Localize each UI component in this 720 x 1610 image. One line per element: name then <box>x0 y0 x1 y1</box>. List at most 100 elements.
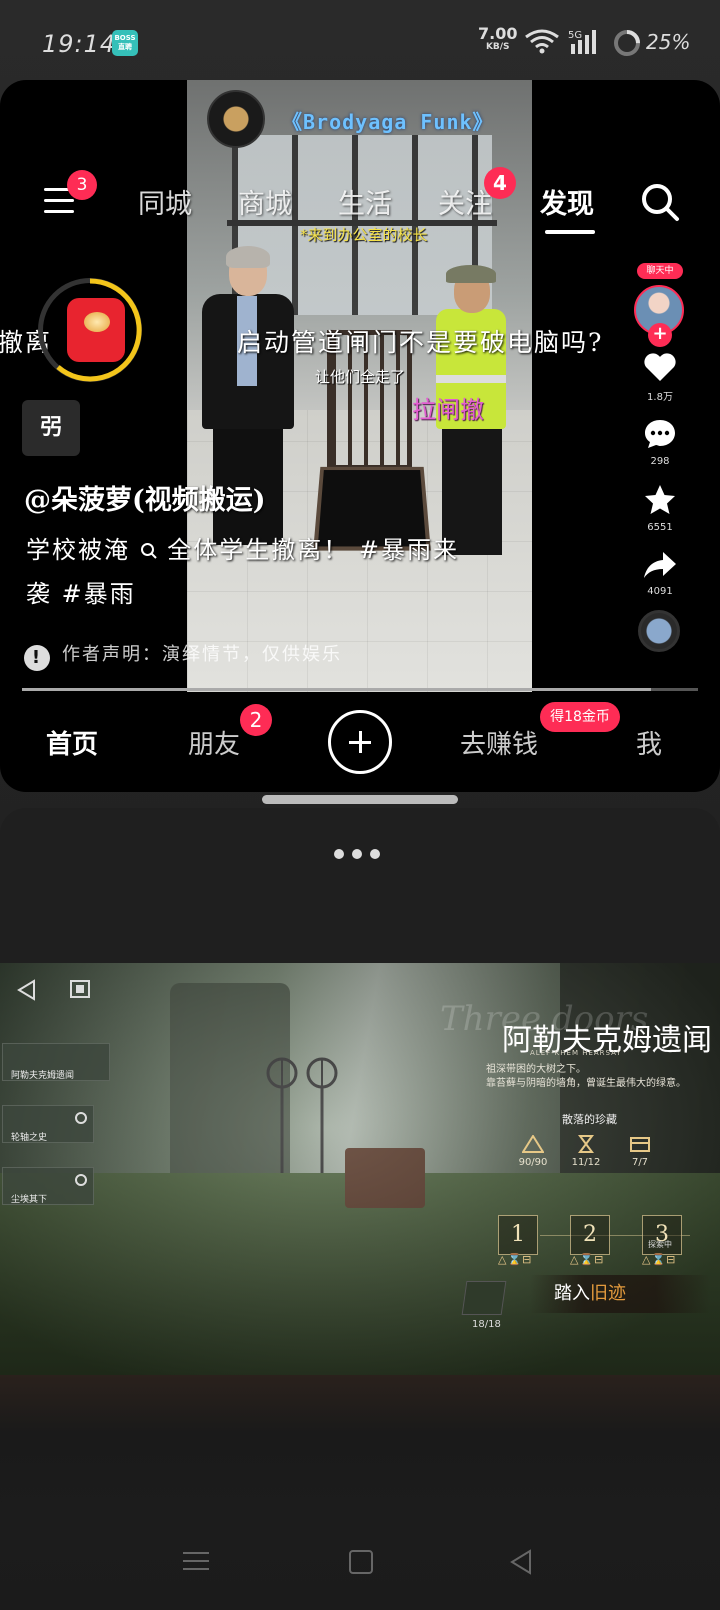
top-nav: 3 同城 商城 生活 关注 4 发现 <box>0 167 720 234</box>
chapter-node[interactable]: 1 <box>498 1215 538 1255</box>
game-scene[interactable]: 阿勒夫克姆遗闻 轮轴之史 尘埃其下 Three doors 阿勒夫克姆遗闻 AL… <box>0 963 720 1375</box>
exclamation-icon: ! <box>24 645 50 671</box>
music-disc-icon[interactable] <box>207 90 265 148</box>
video-progress-fill <box>22 688 651 691</box>
video-caption-small: 让他们全走了 <box>315 368 406 386</box>
tab-life[interactable]: 生活 <box>338 182 392 221</box>
star-icon <box>645 485 675 514</box>
status-bar: 19:14 BOSS 直聘 7.00 KB/S 5G 25% <box>0 0 720 80</box>
enter-label: 踏入 <box>554 1283 590 1304</box>
nav-friends[interactable]: 朋友 <box>188 724 240 761</box>
chapter-node[interactable]: 2 <box>570 1215 610 1255</box>
wifi-icon <box>525 29 559 54</box>
share-count: 4091 <box>647 586 673 597</box>
node-reward-icons: △⌛⊟ <box>642 1253 677 1266</box>
collectible-count: 90/90 <box>518 1157 548 1168</box>
signal-label: 5G <box>568 30 582 41</box>
collectible-item[interactable]: 90/90 <box>503 1135 563 1168</box>
recent-apps-icon[interactable] <box>183 1550 209 1572</box>
game-chapter-description: 祖深带困的大树之下。 靠苔藓与阴暗的墙角，曾诞生最伟大的绿意。 <box>486 1063 716 1091</box>
like-count: 1.8万 <box>647 392 673 403</box>
create-post-button[interactable] <box>328 710 392 774</box>
network-speed: 7.00 KB/S <box>478 24 518 53</box>
chapter-label: 轮轴之史 <box>11 1133 48 1143</box>
window-options-icon[interactable] <box>334 844 388 863</box>
following-badge: 4 <box>484 167 516 199</box>
collectible-count: 7/7 <box>631 1157 649 1168</box>
music-source-avatar[interactable] <box>638 610 680 652</box>
collectibles-title: 散落的珍藏 <box>562 1113 617 1126</box>
follow-plus-button[interactable]: + <box>648 323 672 347</box>
favorite-button[interactable]: 6551 <box>622 484 698 533</box>
video-caption-center: 启动管道闸门不是要破电脑吗? <box>237 328 604 357</box>
song-title: 《Brodyaga Funk》 <box>282 110 494 134</box>
active-tab-indicator <box>545 230 595 234</box>
game-app-window[interactable]: 阿勒夫克姆遗闻 轮轴之史 尘埃其下 Three doors 阿勒夫克姆遗闻 AL… <box>0 808 720 1520</box>
chatting-tag: 聊天中 <box>637 263 683 279</box>
map-fragment-count: 18/18 <box>472 1319 501 1330</box>
cellular-signal-icon: 5G <box>568 30 596 54</box>
network-speed-unit: KB/S <box>485 42 510 52</box>
description-text-1: 学校被淹 <box>26 536 130 564</box>
back-triangle-icon[interactable] <box>16 979 38 1001</box>
chest-icon <box>630 1137 650 1152</box>
video-app-window[interactable]: 《Brodyaga Funk》 *来到办公室的校长 撤离 启动管道闸门不是要破电… <box>0 80 720 792</box>
tab-same-city[interactable]: 同城 <box>138 182 192 221</box>
status-time: 19:14 <box>42 30 117 58</box>
search-keyword-icon[interactable] <box>140 542 158 560</box>
author-notice: ! 作者声明：演绎情节，仅供娱乐 <box>24 640 342 671</box>
game-description-line-1: 祖深带困的大树之下。 <box>486 1064 586 1075</box>
triangle-relic-icon <box>522 1135 544 1153</box>
video-description[interactable]: 学校被淹 全体学生撤离！ #暴雨来 袭 #暴雨 <box>26 528 526 616</box>
friends-badge: 2 <box>240 704 272 736</box>
network-speed-value: 7.00 <box>478 24 518 43</box>
author-name[interactable]: @朵菠萝(视频搬运) <box>24 478 266 517</box>
phone-screen: 19:14 BOSS 直聘 7.00 KB/S 5G 25% 《Brodyaga… <box>0 0 720 1610</box>
chapter-target-icon <box>75 1174 87 1186</box>
game-window-bottom <box>0 1375 720 1520</box>
system-nav-bar <box>0 1520 720 1610</box>
chapter-label: 阿勒夫克姆遗闻 <box>11 1071 75 1081</box>
split-screen-handle[interactable] <box>262 795 458 804</box>
earn-coins-badge: 得18金币 <box>540 702 620 732</box>
enter-ruins-button[interactable]: 踏入旧迹 <box>530 1275 710 1313</box>
chapter-label: 尘埃其下 <box>11 1195 48 1205</box>
dialect-badge[interactable]: 弜 <box>22 400 80 456</box>
heart-icon <box>644 353 676 381</box>
comment-button[interactable]: 298 <box>622 418 698 467</box>
node-reward-icons: △⌛⊟ <box>498 1253 533 1266</box>
menu-badge: 3 <box>67 170 97 200</box>
collectible-item[interactable]: 7/7 <box>610 1135 670 1168</box>
back-icon[interactable] <box>508 1548 534 1576</box>
game-description-line-2: 靠苔藓与阴暗的墙角，曾诞生最伟大的绿意。 <box>486 1078 686 1089</box>
chapter-card[interactable]: 阿勒夫克姆遗闻 <box>2 1043 110 1081</box>
chapter-card[interactable]: 轮轴之史 <box>2 1105 94 1143</box>
tab-mall[interactable]: 商城 <box>238 182 292 221</box>
node-reward-icons: △⌛⊟ <box>570 1253 605 1266</box>
nav-me[interactable]: 我 <box>636 724 662 761</box>
description-text-3: 袭 #暴雨 <box>26 580 136 608</box>
game-chapter-subtitle: ALEF-KHEM HEARSAY <box>530 1049 622 1057</box>
collectible-count: 11/12 <box>571 1157 601 1168</box>
like-button[interactable]: 1.8万 <box>622 352 698 403</box>
chapter-card[interactable]: 尘埃其下 <box>2 1167 94 1205</box>
tab-discover[interactable]: 发现 <box>540 182 594 221</box>
author-notice-text: 作者声明：演绎情节，仅供娱乐 <box>62 644 342 665</box>
map-fragment-icon <box>461 1281 507 1315</box>
comment-count: 298 <box>650 456 670 467</box>
description-text-2: 全体学生撤离！ #暴雨来 <box>167 536 460 564</box>
nav-earn[interactable]: 去赚钱 <box>460 724 538 761</box>
battery-ring-icon <box>614 30 640 56</box>
favorite-count: 6551 <box>647 522 673 533</box>
collectible-item[interactable]: 11/12 <box>556 1135 616 1168</box>
video-caption-pink: 拉闸撤 <box>412 396 484 424</box>
share-arrow-icon <box>644 552 676 578</box>
share-button[interactable]: 4091 <box>622 550 698 597</box>
nav-home[interactable]: 首页 <box>46 724 98 761</box>
home-square-icon[interactable] <box>349 1550 373 1574</box>
hourglass-icon <box>578 1135 594 1153</box>
comment-icon <box>645 420 675 448</box>
boss-app-icon: BOSS 直聘 <box>112 30 138 56</box>
search-icon[interactable] <box>640 182 680 222</box>
stop-icon[interactable] <box>70 980 90 998</box>
